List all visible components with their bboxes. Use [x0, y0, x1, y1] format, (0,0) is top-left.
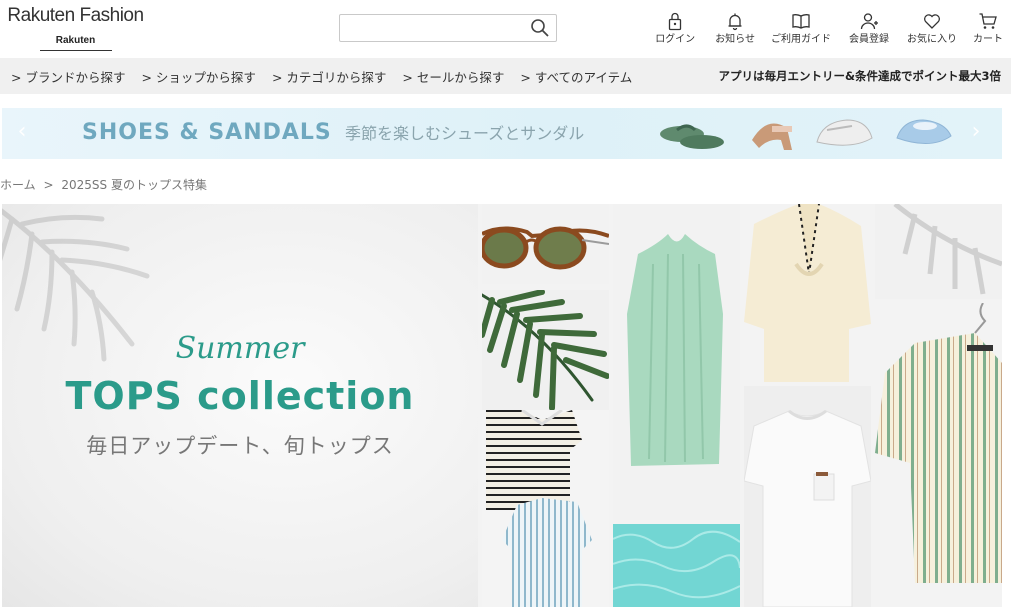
header-nav: ログイン お知らせ ご利用ガイド 会員登録 お気に入り カート [655, 11, 1003, 46]
header: Rakuten Fashion Rakuten ログイン お知らせ ご利用ガイド… [0, 0, 1011, 58]
lock-icon [669, 12, 682, 31]
search-input[interactable] [340, 15, 520, 41]
palm-shadow-tile-image [875, 204, 1002, 299]
breadcrumb-separator: > [43, 178, 54, 192]
cart-label: カート [973, 34, 1003, 45]
register-label: 会員登録 [849, 34, 889, 45]
white-tshirt-image [744, 386, 871, 607]
banner-subtitle: 季節を楽しむシューズとサンダル [345, 124, 585, 143]
green-blouse-image [613, 204, 740, 520]
category-link-all-items[interactable]: すべてのアイテム [520, 67, 632, 86]
rakuten-fashion-logo[interactable]: Rakuten Fashion Rakuten [3, 5, 148, 51]
hero-visual[interactable]: Summer TOPS collection 毎日アップデート、旬トップス [2, 204, 1002, 607]
search-icon[interactable] [530, 18, 550, 38]
palm-leaf-image [482, 290, 609, 410]
sunglasses-image [482, 204, 609, 284]
shoes-sandals-banner[interactable]: ‹ SHOES & SANDALS 季節を楽しむシューズとサンダル › [2, 108, 1002, 159]
banner-prev-button[interactable]: ‹ [12, 120, 32, 144]
bell-icon [728, 13, 742, 31]
category-link-category[interactable]: カテゴリから探す [272, 67, 386, 86]
hero-title: TOPS collection [65, 374, 415, 418]
breadcrumb-current: 2025SS 夏のトップス特集 [61, 178, 207, 192]
logo-main-text: Rakuten Fashion [7, 5, 144, 26]
striped-open-collar-shirt-image [875, 303, 1002, 607]
favorites-link[interactable]: お気に入り [907, 11, 957, 46]
book-icon [792, 14, 810, 29]
logo-underline [39, 50, 112, 51]
cart-link[interactable]: カート [973, 11, 1003, 46]
banner-next-button[interactable]: › [966, 120, 986, 144]
category-link-brand[interactable]: ブランドから探す [11, 67, 125, 86]
hero-text-panel: Summer TOPS collection 毎日アップデート、旬トップス [2, 204, 478, 607]
chevron-left-icon: ‹ [17, 119, 27, 144]
cart-icon [979, 13, 997, 29]
category-link-shop[interactable]: ショップから探す [141, 67, 256, 86]
guide-link[interactable]: ご利用ガイド [771, 11, 831, 46]
user-add-icon [860, 13, 878, 30]
breadcrumb-home[interactable]: ホーム [0, 178, 36, 192]
search-box [339, 14, 557, 42]
chevron-right-icon: › [971, 119, 981, 144]
cream-blouse-image [744, 204, 871, 382]
heart-icon [924, 14, 940, 29]
guide-label: ご利用ガイド [771, 34, 831, 45]
pool-water-image [613, 524, 740, 607]
login-link[interactable]: ログイン [655, 11, 695, 46]
notice-label: お知らせ [715, 34, 755, 45]
login-label: ログイン [655, 34, 696, 45]
register-link[interactable]: 会員登録 [849, 11, 889, 46]
category-bar: ブランドから探す ショップから探す カテゴリから探す セールから探す すべてのア… [0, 58, 1011, 94]
logo-sub-text: Rakuten [55, 35, 96, 46]
notice-link[interactable]: お知らせ [715, 11, 755, 46]
category-links: ブランドから探す ショップから探す カテゴリから探す セールから探す すべてのア… [11, 58, 648, 94]
category-link-sale[interactable]: セールから探す [402, 67, 505, 86]
hero-summer-script: Summer [175, 331, 305, 366]
breadcrumb: ホーム > 2025SS 夏のトップス特集 [0, 176, 207, 193]
banner-title: SHOES & SANDALS [82, 120, 332, 145]
app-promo-link[interactable]: アプリは毎月エントリー&条件達成でポイント最大3倍 [718, 58, 1001, 94]
striped-shirts-image [482, 410, 609, 607]
shoes-image [660, 119, 952, 150]
favorites-label: お気に入り [907, 34, 957, 45]
hero-subtitle: 毎日アップデート、旬トップス [86, 434, 394, 458]
